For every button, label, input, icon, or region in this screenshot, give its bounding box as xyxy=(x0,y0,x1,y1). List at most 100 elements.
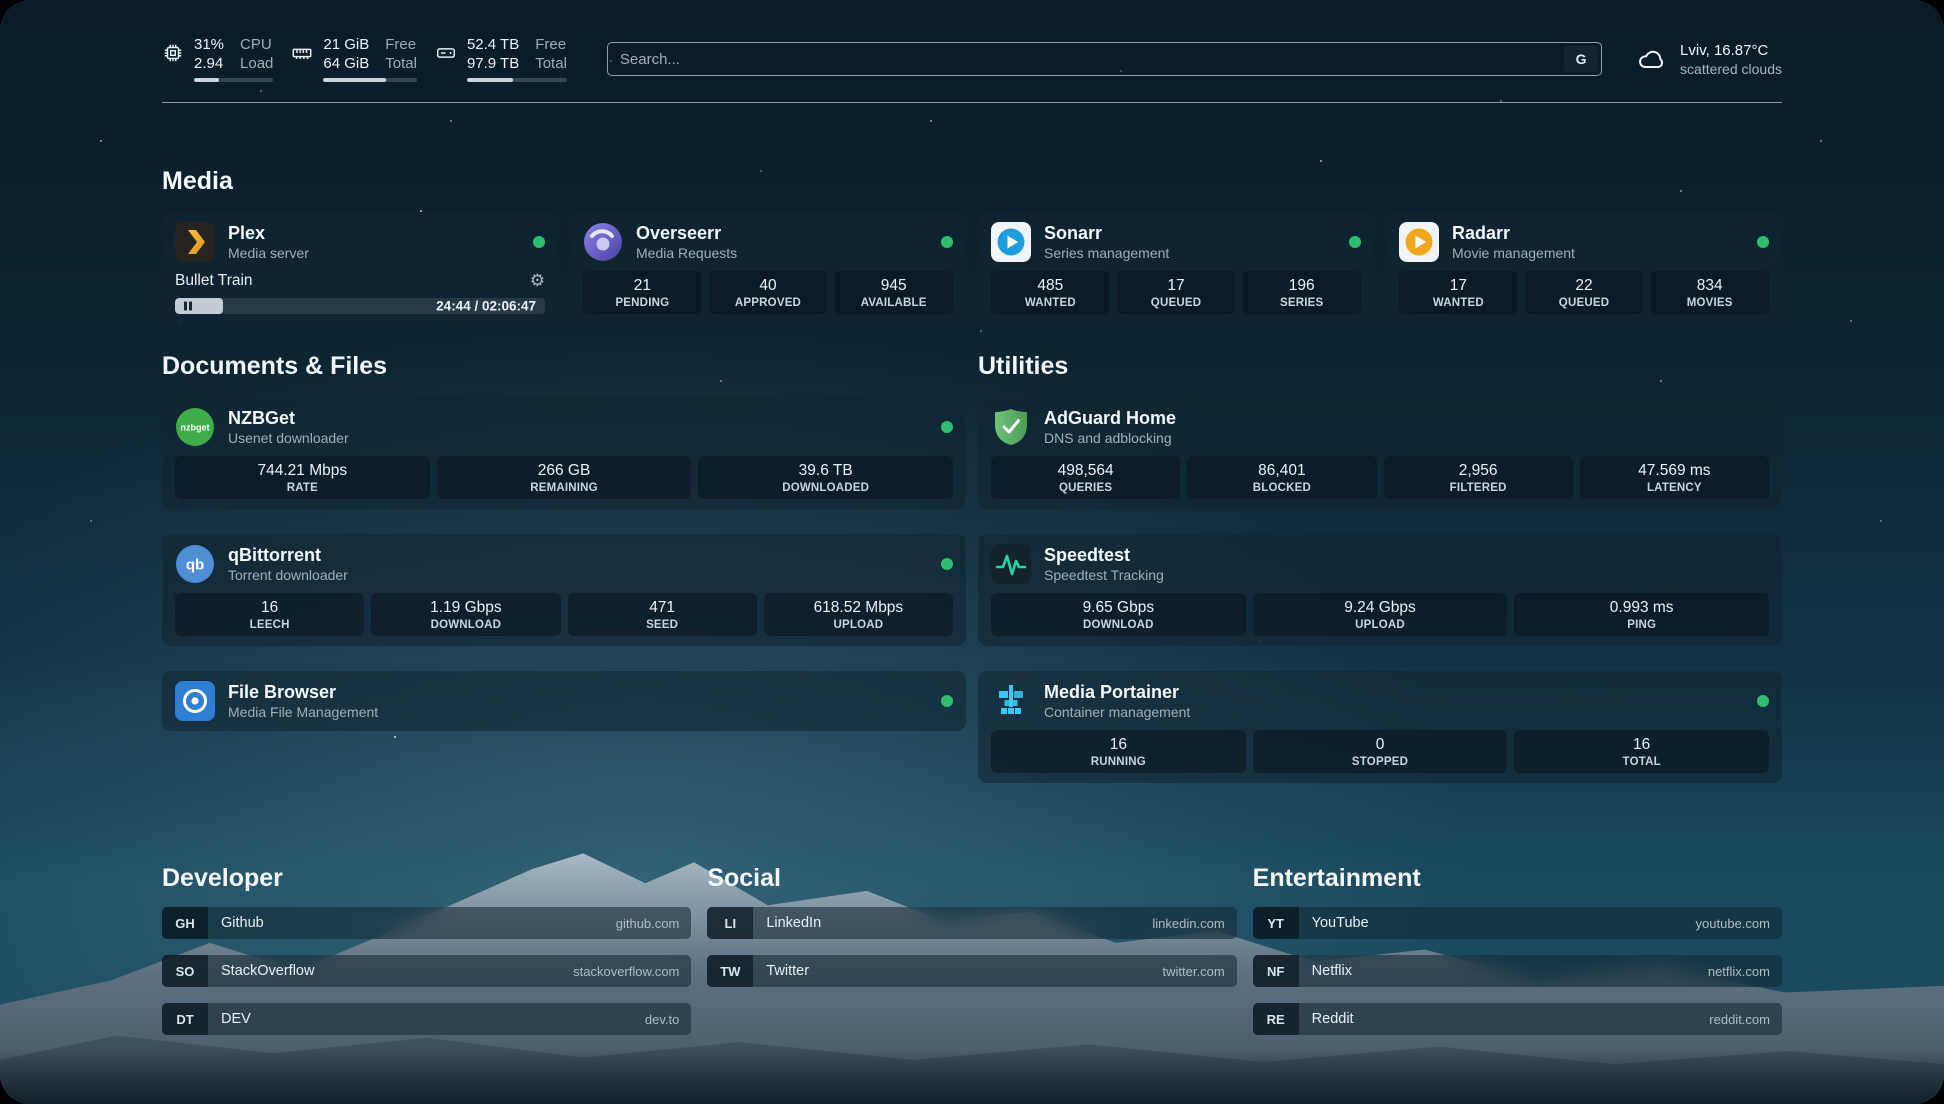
service-card-portainer[interactable]: Media Portainer Container management 16 … xyxy=(978,671,1782,783)
bookmark-abbr: NF xyxy=(1253,955,1299,987)
search-input[interactable] xyxy=(607,42,1602,76)
playback-progress-bar[interactable]: 24:44 / 02:06:47 xyxy=(175,298,545,314)
status-dot xyxy=(941,421,953,433)
memory-usage-bar xyxy=(323,78,417,82)
stat-queued: 17 QUEUED xyxy=(1117,271,1236,314)
service-card-plex[interactable]: Plex Media server Bullet Train ⚙ 24:44 /… xyxy=(162,212,558,324)
stat-label: DOWNLOAD xyxy=(375,619,556,631)
memory-total-value: 64 GiB xyxy=(323,55,369,73)
disk-widget: 52.4 TB Free 97.9 TB Total xyxy=(435,36,567,82)
stat-value: 2,956 xyxy=(1388,462,1569,480)
stat-label: SERIES xyxy=(1246,297,1357,309)
cpu-label-bottom: Load xyxy=(240,55,273,73)
status-dot xyxy=(941,695,953,707)
svg-text:qb: qb xyxy=(186,557,204,574)
bookmark-domain: netflix.com xyxy=(1708,964,1782,979)
stat-series: 196 SERIES xyxy=(1242,271,1361,314)
bookmark-domain: dev.to xyxy=(645,1012,691,1027)
stat-value: 1.19 Gbps xyxy=(375,599,556,617)
sonarr-icon xyxy=(991,222,1031,262)
stat-label: APPROVED xyxy=(713,297,824,309)
stat-label: WANTED xyxy=(1403,297,1514,309)
bookmark-dev[interactable]: DT DEV dev.to xyxy=(162,1003,691,1035)
stat-label: UPLOAD xyxy=(768,619,949,631)
bookmark-twitter[interactable]: TW Twitter twitter.com xyxy=(707,955,1236,987)
stat-wanted: 17 WANTED xyxy=(1399,271,1518,314)
section-title-media: Media xyxy=(162,167,1782,196)
bookmark-reddit[interactable]: RE Reddit reddit.com xyxy=(1253,1003,1782,1035)
cpu-usage-value: 31% xyxy=(194,36,224,54)
stat-approved: 40 APPROVED xyxy=(709,271,828,314)
stat-upload: 618.52 Mbps UPLOAD xyxy=(764,593,953,636)
service-subtitle: Movie management xyxy=(1452,245,1575,261)
stat-label: PENDING xyxy=(587,297,698,309)
bookmark-linkedin[interactable]: LI LinkedIn linkedin.com xyxy=(707,907,1236,939)
memory-free-value: 21 GiB xyxy=(323,36,369,54)
stat-label: DOWNLOAD xyxy=(995,619,1242,631)
cpu-label-top: CPU xyxy=(240,36,273,54)
service-card-radarr[interactable]: Radarr Movie management 17 WANTED 22 QUE… xyxy=(1386,212,1782,324)
stat-label: RATE xyxy=(179,482,426,494)
bookmark-domain: github.com xyxy=(616,916,692,931)
radarr-icon xyxy=(1399,222,1439,262)
media-grid: Plex Media server Bullet Train ⚙ 24:44 /… xyxy=(162,212,1782,324)
stat-label: UPLOAD xyxy=(1257,619,1504,631)
stat-leech: 16 LEECH xyxy=(175,593,364,636)
stat-value: 21 xyxy=(587,277,698,295)
stat-seed: 471 SEED xyxy=(568,593,757,636)
stat-label: QUERIES xyxy=(995,482,1176,494)
disk-icon xyxy=(435,42,457,64)
bookmark-netflix[interactable]: NF Netflix netflix.com xyxy=(1253,955,1782,987)
bookmark-abbr: DT xyxy=(162,1003,208,1035)
service-name: Overseerr xyxy=(636,223,737,244)
bookmark-youtube[interactable]: YT YouTube youtube.com xyxy=(1253,907,1782,939)
stat-value: 471 xyxy=(572,599,753,617)
stat-value: 0.993 ms xyxy=(1518,599,1765,617)
stat-label: REMAINING xyxy=(441,482,688,494)
utilities-column: Utilities AdGuard Home DNS and adblockin… xyxy=(978,352,1782,808)
stat-value: 266 GB xyxy=(441,462,688,480)
service-card-overseerr[interactable]: Overseerr Media Requests 21 PENDING 40 A… xyxy=(570,212,966,324)
section-title-entertainment: Entertainment xyxy=(1253,864,1782,893)
service-subtitle: Torrent downloader xyxy=(228,567,348,583)
portainer-icon xyxy=(991,681,1031,721)
service-card-adguard[interactable]: AdGuard Home DNS and adblocking 498,564 … xyxy=(978,397,1782,509)
nzbget-icon: nzbget xyxy=(175,407,215,447)
stat-label: DOWNLOADED xyxy=(702,482,949,494)
stat-label: WANTED xyxy=(995,297,1106,309)
stat-value: 40 xyxy=(713,277,824,295)
pause-icon[interactable] xyxy=(182,300,194,312)
stat-label: STOPPED xyxy=(1257,756,1504,768)
section-title-utilities: Utilities xyxy=(978,352,1782,381)
stat-movies: 834 MOVIES xyxy=(1650,271,1769,314)
stat-latency: 47.569 ms LATENCY xyxy=(1580,456,1769,499)
search-provider-button[interactable]: G xyxy=(1564,46,1598,72)
disk-label-bottom: Total xyxy=(535,55,567,73)
service-name: File Browser xyxy=(228,682,378,703)
gear-icon[interactable]: ⚙ xyxy=(530,273,545,290)
stat-pending: 21 PENDING xyxy=(583,271,702,314)
service-card-nzbget[interactable]: nzbget NZBGet Usenet downloader 744.21 M… xyxy=(162,397,966,509)
bookmark-github[interactable]: GH Github github.com xyxy=(162,907,691,939)
service-name: Radarr xyxy=(1452,223,1575,244)
service-subtitle: DNS and adblocking xyxy=(1044,430,1176,446)
service-card-sonarr[interactable]: Sonarr Series management 485 WANTED 17 Q… xyxy=(978,212,1374,324)
stat-download: 9.65 Gbps DOWNLOAD xyxy=(991,593,1246,636)
speedtest-icon xyxy=(991,544,1031,584)
disk-total-value: 97.9 TB xyxy=(467,55,519,73)
stat-queued: 22 QUEUED xyxy=(1525,271,1644,314)
service-card-speedtest[interactable]: Speedtest Speedtest Tracking 9.65 Gbps D… xyxy=(978,534,1782,646)
disk-label-top: Free xyxy=(535,36,567,54)
service-card-filebrowser[interactable]: File Browser Media File Management xyxy=(162,671,966,731)
stat-value: 744.21 Mbps xyxy=(179,462,426,480)
memory-widget: 21 GiB Free 64 GiB Total xyxy=(291,36,417,82)
stat-value: 39.6 TB xyxy=(702,462,949,480)
now-playing-title: Bullet Train xyxy=(175,272,253,290)
status-dot xyxy=(1757,236,1769,248)
memory-label-bottom: Total xyxy=(385,55,417,73)
section-title-documents: Documents & Files xyxy=(162,352,966,381)
svg-text:nzbget: nzbget xyxy=(181,423,210,433)
bookmark-name: Twitter xyxy=(766,963,809,979)
bookmark-stackoverflow[interactable]: SO StackOverflow stackoverflow.com xyxy=(162,955,691,987)
service-card-qbittorrent[interactable]: qb qBittorrent Torrent downloader 16 LEE… xyxy=(162,534,966,646)
